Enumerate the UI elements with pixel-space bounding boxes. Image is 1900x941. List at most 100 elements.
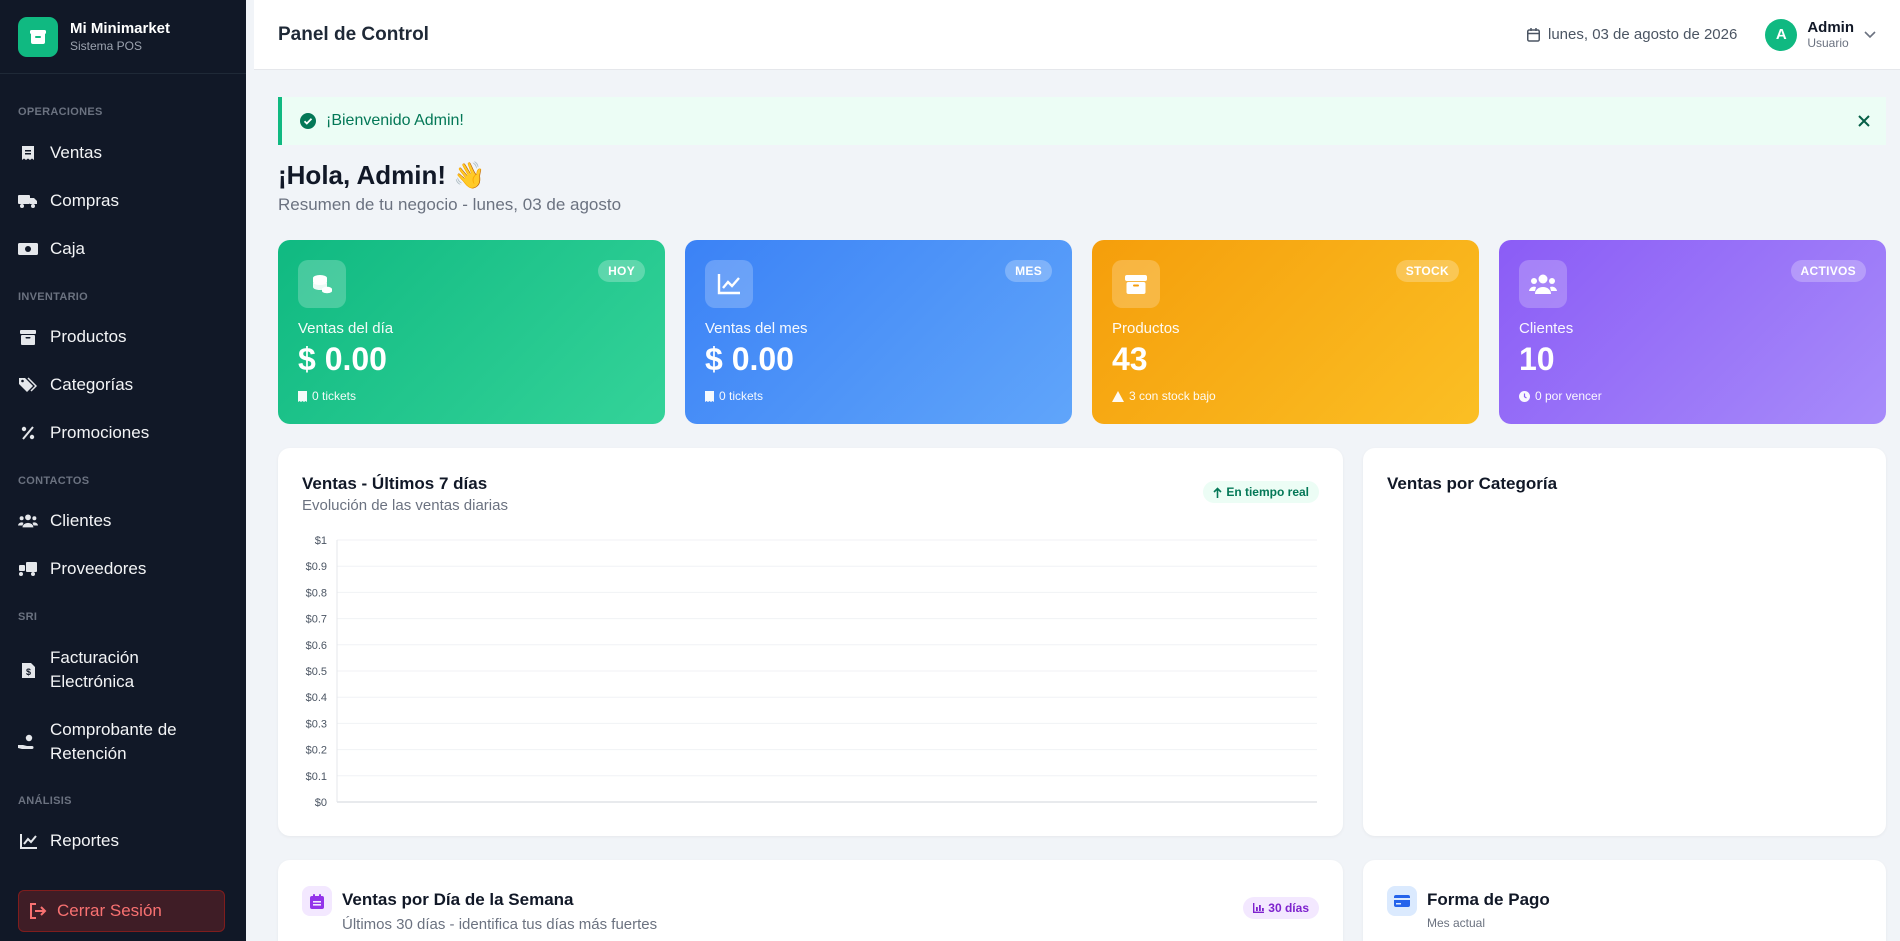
chart-line-icon (18, 831, 38, 851)
welcome-alert: ¡Bienvenido Admin! (278, 97, 1886, 145)
sidebar-item-label: Ventas (50, 143, 102, 162)
box-icon (1112, 260, 1160, 308)
stat-card-ventas-dia[interactable]: HOY Ventas del día $ 0.00 0 tickets (278, 240, 665, 424)
alert-message: ¡Bienvenido Admin! (326, 112, 464, 129)
card-label: Ventas del mes (705, 320, 808, 337)
clock-icon (1519, 390, 1530, 402)
sidebar-item-reportes[interactable]: Reportes (0, 829, 246, 853)
brand-name: Mi Minimarket (70, 19, 171, 37)
user-name: Admin (1807, 18, 1854, 36)
panel-title: Forma de Pago (1427, 890, 1550, 909)
card-badge: MES (1005, 260, 1052, 282)
top-header: Panel de Control lunes, 03 de agosto de … (254, 0, 1900, 70)
panel-subtitle: Últimos 30 días - identifica tus días má… (342, 916, 658, 933)
card-label: Productos (1112, 320, 1180, 337)
card-badge: STOCK (1395, 260, 1459, 282)
users-icon (18, 511, 38, 531)
close-icon[interactable] (1858, 115, 1870, 127)
card-footnote: 3 con stock bajo (1129, 389, 1216, 403)
weekday-chart-panel: Ventas por Día de la Semana Últimos 30 d… (278, 860, 1343, 941)
page-title: Panel de Control (278, 23, 429, 45)
card-badge: HOY (598, 260, 645, 282)
sidebar-item-label: Reportes (50, 831, 119, 850)
user-role: Usuario (1807, 35, 1849, 50)
y-tick-label: $0 (315, 797, 327, 809)
sidebar-item-retencion[interactable]: Comprobante de Retención (0, 718, 246, 766)
tag-label: 30 días (1268, 901, 1309, 915)
receipt-icon (18, 143, 38, 163)
card-value: 10 (1519, 341, 1555, 377)
sign-out-icon (29, 903, 47, 919)
sidebar-item-promociones[interactable]: Promociones (0, 421, 246, 445)
y-tick-label: $0.1 (306, 771, 327, 783)
percent-icon (18, 423, 38, 443)
users-icon (1519, 260, 1567, 308)
sidebar-item-categorias[interactable]: Categorías (0, 373, 246, 397)
card-value: 43 (1112, 341, 1148, 377)
y-tick-label: $0.3 (306, 718, 327, 730)
y-tick-label: $1 (315, 535, 327, 547)
box-icon (18, 327, 38, 347)
logout-button[interactable]: Cerrar Sesión (18, 890, 225, 932)
coins-icon (298, 260, 346, 308)
user-menu[interactable]: A Admin Usuario (1765, 18, 1876, 51)
section-contactos: CONTACTOS (18, 475, 90, 487)
svg-text:$: $ (25, 667, 30, 677)
sidebar-item-label: Categorías (50, 375, 134, 394)
sidebar-item-productos[interactable]: Productos (0, 325, 246, 349)
sidebar-item-label: Caja (50, 239, 85, 258)
calendar-icon (1527, 27, 1540, 42)
y-tick-label: $0.7 (306, 614, 327, 626)
card-label: Ventas del día (298, 320, 394, 337)
calendar-week-icon (302, 886, 332, 916)
greeting-title: ¡Hola, Admin! 👋 (278, 160, 486, 190)
section-inventario: INVENTARIO (18, 291, 89, 303)
y-tick-label: $0.2 (306, 745, 327, 757)
sidebar-item-ventas[interactable]: Ventas (0, 141, 246, 165)
sidebar-item-compras[interactable]: Compras (0, 189, 246, 213)
sidebar: Mi Minimarket Sistema POS OPERACIONES Ve… (0, 0, 246, 941)
invoice-dollar-icon: $ (18, 660, 38, 680)
chart-line-icon (705, 260, 753, 308)
warning-icon (1112, 390, 1124, 402)
sidebar-item-caja[interactable]: Caja (0, 237, 246, 261)
panel-subtitle: Mes actual (1427, 916, 1486, 930)
receipt-icon (705, 390, 714, 402)
y-tick-label: $0.4 (306, 692, 327, 704)
tags-icon (18, 375, 38, 395)
hand-holding-icon (18, 732, 38, 752)
sales-chart-panel: Ventas - Últimos 7 días Evolución de las… (278, 448, 1343, 836)
store-icon (18, 16, 58, 57)
section-analisis: ANÁLISIS (18, 795, 72, 807)
stat-card-clientes[interactable]: ACTIVOS Clientes 10 0 por vencer (1499, 240, 1886, 424)
stat-card-productos[interactable]: STOCK Productos 43 3 con stock bajo (1092, 240, 1479, 424)
section-sri: SRI (18, 611, 38, 623)
date-text: lunes, 03 de agosto de 2026 (1548, 26, 1738, 43)
category-chart-panel: Ventas por Categoría (1363, 448, 1886, 836)
money-icon (18, 239, 38, 259)
y-tick-label: $0.5 (306, 666, 327, 678)
sidebar-item-label: Clientes (50, 511, 112, 530)
card-footnote: 0 por vencer (1535, 389, 1602, 403)
chevron-down-icon (1864, 30, 1876, 39)
card-value: $ 0.00 (705, 341, 794, 377)
sidebar-item-label: Promociones (50, 423, 150, 442)
stat-card-ventas-mes[interactable]: MES Ventas del mes $ 0.00 0 tickets (685, 240, 1072, 424)
truck-icon (18, 191, 38, 211)
sales-line-chart: $0 $0.1 $0.2 $0.3 $0.4 $0.5 $0.6 $0.7 $0.8 $0.9 $1 (306, 535, 1317, 809)
greeting-subtitle: Resumen de tu negocio - lunes, 03 de ago… (278, 195, 622, 214)
section-operaciones: OPERACIONES (18, 106, 103, 118)
y-tick-label: $0.8 (306, 587, 327, 599)
sidebar-item-proveedores[interactable]: Proveedores (0, 557, 246, 581)
check-circle-icon (300, 113, 316, 129)
truck-loading-icon (18, 559, 38, 579)
sidebar-item-label: Retención (50, 744, 127, 763)
sidebar-item-clientes[interactable]: Clientes (0, 509, 246, 533)
sidebar-item-label: Compras (50, 191, 119, 210)
credit-card-icon (1387, 886, 1417, 916)
current-date: lunes, 03 de agosto de 2026 (1527, 26, 1737, 43)
sidebar-item-facturacion[interactable]: $ Facturación Electrónica (0, 646, 246, 694)
card-value: $ 0.00 (298, 341, 387, 377)
y-tick-label: $0.9 (306, 561, 327, 573)
card-footnote: 0 tickets (312, 389, 357, 403)
